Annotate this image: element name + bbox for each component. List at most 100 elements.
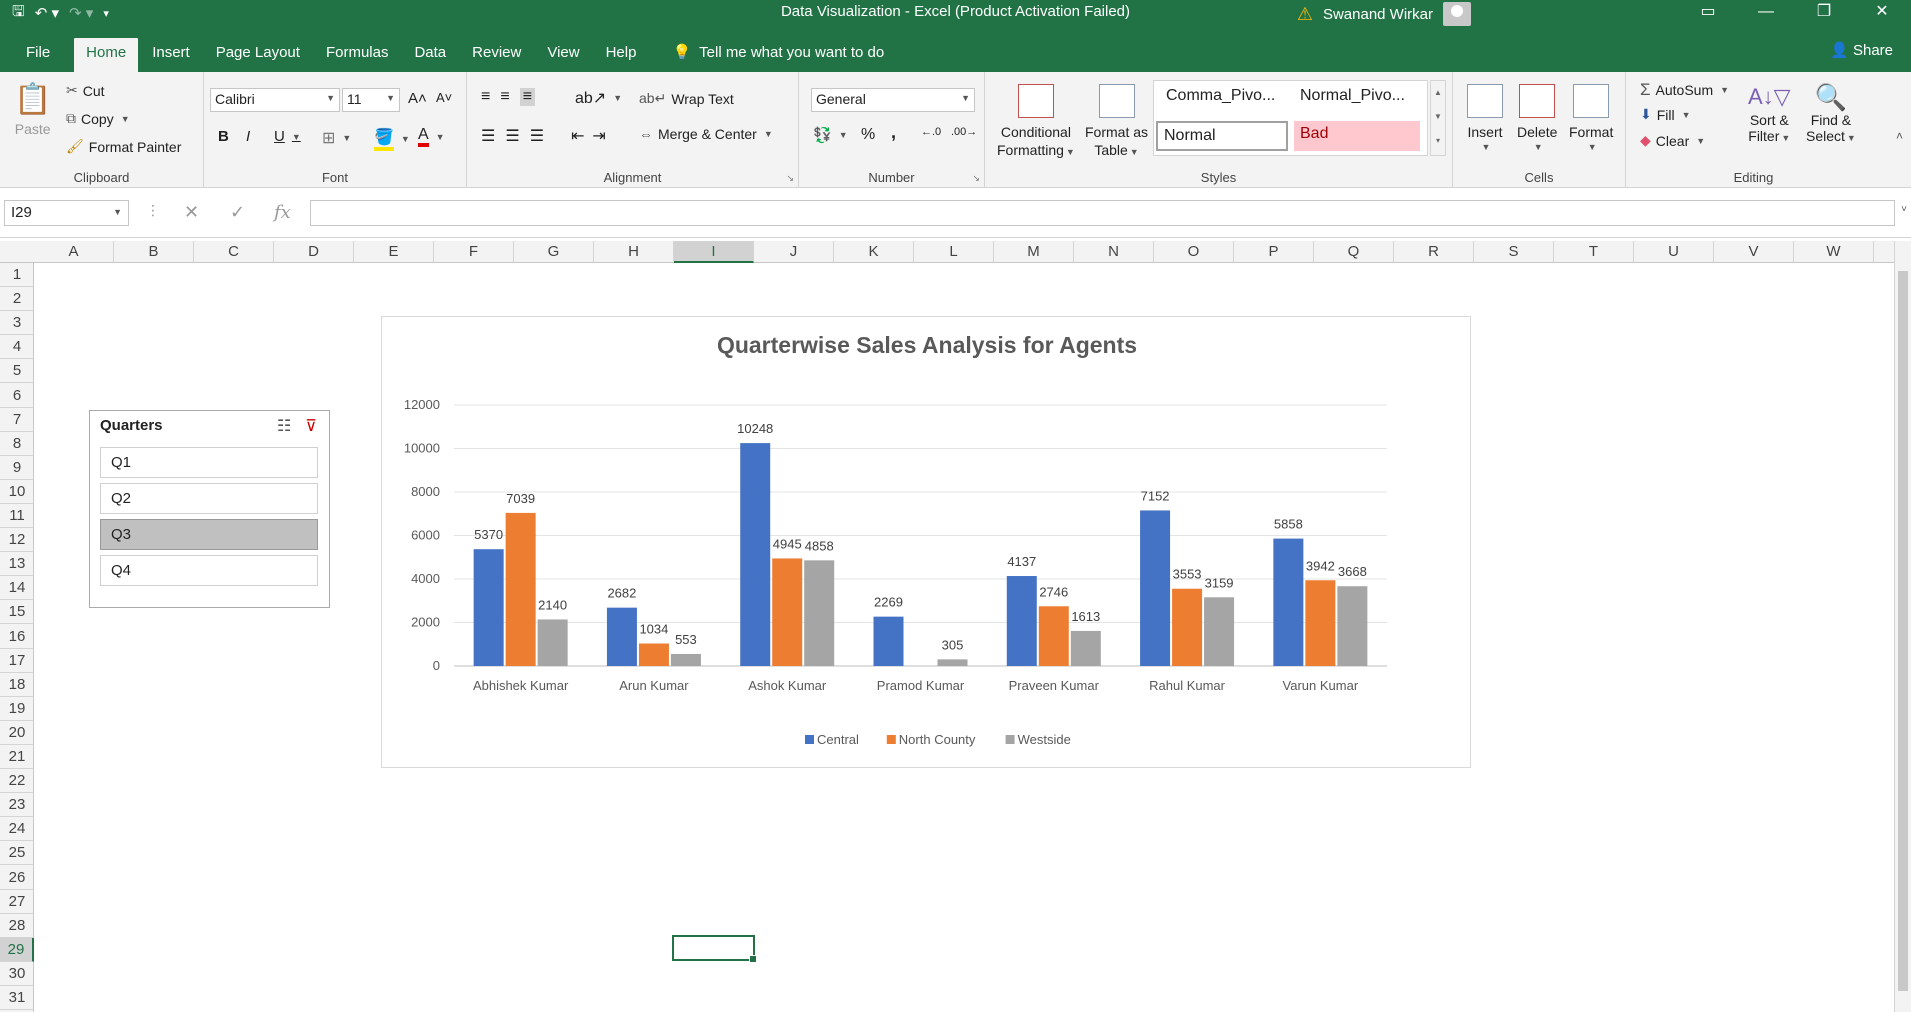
column-header-w[interactable]: W [1794,241,1874,263]
expand-formula-bar-icon[interactable]: ˅ [1901,204,1907,215]
style-normal-pivot[interactable]: Normal_Pivo... [1294,83,1424,113]
chevron-down-icon[interactable]: ▼ [839,130,848,140]
row-header-28[interactable]: 28 [0,914,34,938]
column-header-n[interactable]: N [1074,241,1154,263]
slicer-item-q3[interactable]: Q3 [100,519,318,550]
style-comma-pivot[interactable]: Comma_Pivo... [1160,83,1285,113]
row-header-24[interactable]: 24 [0,817,34,842]
row-header-14[interactable]: 14 [0,576,34,601]
format-painter-button[interactable]: 🖌 Format Painter [66,138,181,155]
sales-chart[interactable]: Quarterwise Sales Analysis for Agents 0 2… [381,316,1471,768]
row-header-16[interactable]: 16 [0,625,34,649]
autosum-button[interactable]: Σ AutoSum ▼ [1640,80,1729,100]
dialog-launcher-icon[interactable]: ↘ [786,173,794,184]
increase-decimal-button[interactable]: ←.0 [921,126,941,138]
underline-button[interactable]: U ▼ [274,128,301,145]
font-size-combo[interactable]: 11 ▼ [342,88,400,112]
tab-file[interactable]: File [2,38,62,72]
row-header-29[interactable]: 29 [0,937,34,962]
cut-button[interactable]: ✂ Cut [66,82,105,99]
style-normal[interactable]: Normal [1156,121,1288,151]
slicer-item-q1[interactable]: Q1 [100,447,318,478]
name-box[interactable]: I29 ▼ [4,200,129,226]
row-header-5[interactable]: 5 [0,359,34,384]
row-header-23[interactable]: 23 [0,793,34,818]
row-header-20[interactable]: 20 [0,721,34,745]
chevron-down-icon[interactable]: ▼ [292,132,301,142]
tab-page-layout[interactable]: Page Layout [204,38,312,72]
active-cell-i29[interactable] [672,935,757,963]
row-header-30[interactable]: 30 [0,962,34,986]
redo-icon[interactable]: ↷ ▾ [69,4,93,22]
column-header-p[interactable]: P [1234,241,1314,263]
tell-me-search[interactable]: 💡 Tell me what you want to do [650,38,896,72]
column-header-o[interactable]: O [1154,241,1234,263]
styles-gallery-scroll[interactable]: ▲ ▼ ▾ [1430,80,1446,156]
column-header-a[interactable]: A [34,241,114,263]
column-header-u[interactable]: U [1634,241,1714,263]
column-header-r[interactable]: R [1394,241,1474,263]
tab-formulas[interactable]: Formulas [314,38,401,72]
align-center-icon[interactable]: ☰ [505,126,519,146]
fill-button[interactable]: ⬇ Fill ▼ [1640,106,1691,123]
fill-color-button[interactable]: 🪣 ▼ [374,127,410,151]
row-header-15[interactable]: 15 [0,600,34,625]
column-header-i[interactable]: I [674,241,754,263]
row-header-25[interactable]: 25 [0,841,34,866]
paste-button[interactable]: 📋 Paste [14,82,51,137]
row-header-8[interactable]: 8 [0,432,34,456]
row-header-2[interactable]: 2 [0,287,34,312]
column-header-g[interactable]: G [514,241,594,263]
tab-insert[interactable]: Insert [140,38,202,72]
save-icon[interactable]: 🖫 [12,1,25,26]
column-header-s[interactable]: S [1474,241,1554,263]
restore-icon[interactable]: ❐ [1795,0,1853,26]
tab-review[interactable]: Review [460,38,533,72]
multi-select-icon[interactable]: ☷ [277,416,291,436]
borders-button[interactable]: ⊞ ▼ [322,128,351,148]
accounting-format-button[interactable]: 💱 ▼ [813,126,848,144]
chevron-down-icon[interactable]: ▼ [764,129,773,139]
italic-button[interactable]: I [246,128,250,145]
chevron-down-icon[interactable]: ▼ [121,114,130,124]
row-header-10[interactable]: 10 [0,480,34,504]
column-header-j[interactable]: J [754,241,834,263]
format-cells-button[interactable]: Format ▼ [1569,84,1613,152]
row-header-19[interactable]: 19 [0,697,34,721]
align-top-icon[interactable]: ≡ [481,88,490,106]
dialog-launcher-icon[interactable]: ↘ [972,173,980,184]
row-header-21[interactable]: 21 [0,745,34,770]
chevron-down-icon[interactable]: ▼ [1720,85,1729,95]
column-header-c[interactable]: C [194,241,274,263]
user-account[interactable]: ⚠ Swanand Wirkar [1297,2,1471,26]
slicer-item-q2[interactable]: Q2 [100,483,318,514]
scrollbar-thumb[interactable] [1898,271,1908,991]
chevron-down-icon[interactable]: ▼ [342,133,351,143]
row-header-12[interactable]: 12 [0,528,34,553]
column-header-d[interactable]: D [274,241,354,263]
cancel-entry-icon[interactable]: ✕ [184,202,199,223]
row-header-11[interactable]: 11 [0,504,34,529]
row-header-9[interactable]: 9 [0,456,34,480]
find-select-button[interactable]: 🔍 Find & Select ▼ [1806,82,1856,146]
column-header-v[interactable]: V [1714,241,1794,263]
row-header-31[interactable]: 31 [0,986,34,1011]
sort-filter-button[interactable]: A↓▽ Sort & Filter ▼ [1748,82,1791,146]
row-header-4[interactable]: 4 [0,335,34,360]
row-header-18[interactable]: 18 [0,673,34,697]
increase-font-size-button[interactable]: A˄ [408,90,427,107]
align-left-icon[interactable]: ☰ [481,126,495,146]
row-header-13[interactable]: 13 [0,552,34,577]
collapse-ribbon-icon[interactable]: ˄ [1896,129,1903,143]
column-header-e[interactable]: E [354,241,434,263]
customize-qat-icon[interactable]: ▾ [103,7,109,20]
vertical-scrollbar[interactable] [1894,241,1911,1012]
tab-help[interactable]: Help [594,38,649,72]
row-header-26[interactable]: 26 [0,866,34,890]
conditional-formatting-button[interactable]: Conditional Formatting ▼ [997,84,1075,160]
number-format-combo[interactable]: General ▼ [811,88,975,112]
clear-filter-icon[interactable]: ⊽ [305,416,317,436]
tab-data[interactable]: Data [402,38,458,72]
column-header-k[interactable]: K [834,241,914,263]
slicer-item-q4[interactable]: Q4 [100,555,318,586]
